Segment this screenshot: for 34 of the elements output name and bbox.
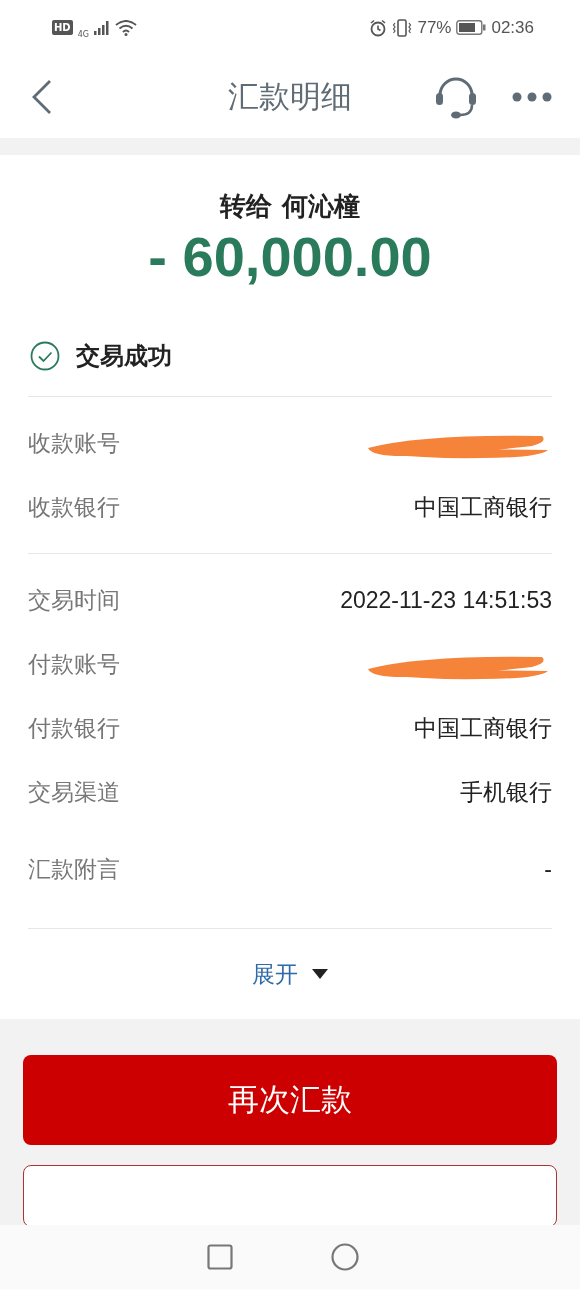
secondary-button[interactable]: [23, 1165, 557, 1225]
field-label: 汇款附言: [28, 854, 120, 884]
field-value: 中国工商银行: [414, 713, 552, 743]
transfer-again-button[interactable]: 再次汇款: [23, 1055, 557, 1145]
back-icon[interactable]: [30, 78, 54, 115]
signal-icon: [93, 20, 110, 35]
field-label: 收款银行: [28, 492, 120, 522]
field-value: 2022-11-23 14:51:53: [340, 586, 552, 614]
hd-badge: HD: [52, 20, 73, 35]
field-label: 收款账号: [28, 428, 120, 458]
transfer-amount: - 60,000.00: [148, 224, 432, 290]
field-label: 交易渠道: [28, 777, 120, 807]
page-title: 汇款明细: [228, 76, 352, 116]
battery-icon: [456, 20, 487, 35]
wifi-icon: [114, 19, 137, 36]
more-icon[interactable]: [512, 91, 552, 102]
field-value: 手机银行: [460, 777, 552, 807]
recent-apps-icon[interactable]: [207, 1244, 233, 1270]
recipient-line: 转给 何沁橦: [220, 190, 360, 223]
check-circle-icon: [30, 341, 60, 371]
caret-icon: [312, 969, 328, 979]
field-label: 付款账号: [28, 649, 120, 679]
field-label: 交易时间: [28, 585, 120, 615]
field-value: -: [544, 855, 552, 883]
field-label: 付款银行: [28, 713, 120, 743]
battery-percent: 77%: [417, 17, 452, 38]
network-label: 4G: [77, 30, 89, 39]
vibrate-icon: [392, 17, 413, 38]
field-value: 中国工商银行: [414, 492, 552, 522]
clock: 02:36: [491, 17, 534, 38]
expand-button[interactable]: 展开: [246, 929, 334, 1019]
alarm-icon: [369, 18, 388, 37]
status-label: 交易成功: [76, 341, 172, 372]
home-icon[interactable]: [331, 1243, 359, 1271]
